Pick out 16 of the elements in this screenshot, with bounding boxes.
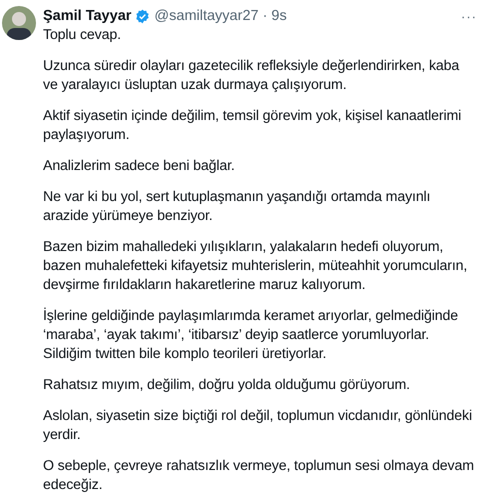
more-button[interactable]: ··· — [461, 8, 477, 24]
author-handle[interactable]: @samiltayyar27 — [154, 8, 259, 24]
post-paragraph: Rahatsız mıyım, değilim, doğru yolda olduğumu görüyorum. — [43, 376, 411, 395]
post-paragraph: Uzunca süredir olayları gazetecilik refleksiyle değerlendirirken, kaba ve yaralayıcı üsluptan uzak durmaya çalışıyorum. — [43, 57, 460, 95]
post-paragraph: Toplu cevap. — [43, 26, 122, 45]
avatar[interactable] — [2, 6, 36, 40]
author-name[interactable]: Şamil Tayyar — [43, 8, 132, 24]
post-time[interactable]: 9s — [271, 8, 287, 24]
post-paragraph: Ne var ki bu yol, sert kutuplaşmanın yaşandığı ortamda mayınlı arazide yürümeye benziyor. — [43, 188, 432, 226]
separator: · — [262, 8, 268, 24]
post-paragraph: Aslolan, siyasetin size biçtiği rol değil, toplumun vicdanıdır, gönlündeki yerdir. — [43, 407, 473, 445]
post-paragraph: Analizlerim sadece beni bağlar. — [43, 157, 236, 176]
post-paragraph: Bazen bizim mahalledeki yılışıkların, yalakaların hedefi oluyorum, bazen muhalefetteki kifayetsiz muhterislerin, müteahhit yorumcuların, devşirme fırıldakların hakaretlerine maruz kalıyorum. — [43, 238, 468, 295]
post-paragraph: Aktif siyasetin içinde değilim, temsil görevim yok, kişisel kanaatlerimi paylaşıyorum. — [43, 107, 462, 145]
post-paragraph: O sebeple, çevreye rahatsızlık vermeye, toplumun sesi olmaya devam edeceğiz. — [43, 457, 475, 495]
post-paragraph: İşlerine geldiğinde paylaşımlarımda keramet arıyorlar, gelmediğinde ‘maraba’, ‘ayak takımı’, ‘itibarsız’ deyip saatlerce yorumluyorlar. Sildiğim twitten bile komplo teorileri üretiyorlar. — [43, 307, 459, 364]
